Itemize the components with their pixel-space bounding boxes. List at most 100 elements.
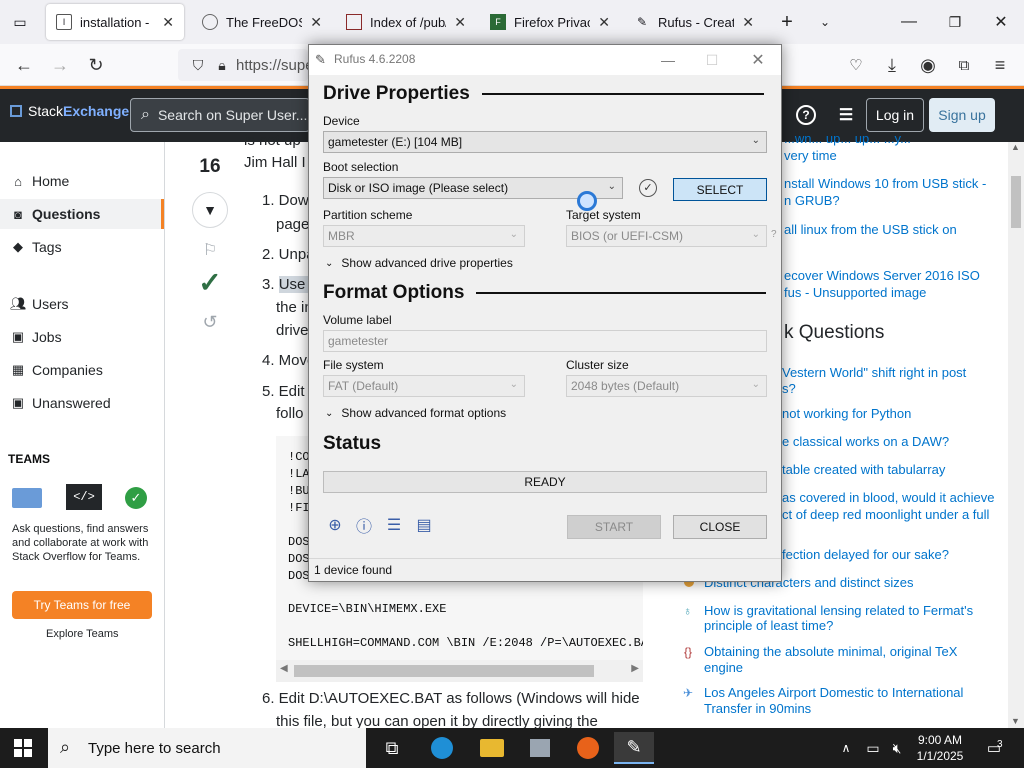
tab-rufus[interactable]: ✎ Rufus - Create bo ✕ [624, 4, 764, 40]
task-view-icon[interactable]: ⧉ [372, 732, 412, 764]
page-scrollbar[interactable]: ▲ ▼ [1008, 142, 1024, 728]
downloads-icon[interactable]: ⤓ [878, 52, 906, 78]
downvote-button[interactable]: ▼ [192, 192, 228, 228]
close-window-icon[interactable]: ✕ [986, 8, 1016, 36]
related-link[interactable]: ...wn... up... up... ...y... [784, 130, 911, 147]
nav-tags[interactable]: ◆ Tags [0, 232, 164, 262]
edge-browser-icon[interactable] [422, 732, 462, 764]
advanced-drive-toggle[interactable]: ⌄ Show advanced drive properties [325, 256, 513, 270]
show-hidden-icons-icon[interactable]: ∧ [832, 732, 860, 764]
store-icon[interactable] [520, 732, 560, 764]
hot-question-link[interactable]: Transfer in 90mins [704, 700, 811, 717]
help-icon[interactable]: ? [796, 105, 816, 125]
nav-home[interactable]: ⌂ Home [0, 166, 164, 196]
file-system-dropdown[interactable]: FAT (Default) ⌄ [323, 375, 525, 397]
close-button[interactable]: CLOSE [673, 515, 767, 539]
stackexchange-logo[interactable]: Stack Exchange [10, 103, 129, 119]
notification-center-icon[interactable]: ▭ 3 [978, 732, 1010, 764]
rufus-title-bar[interactable]: ✎ Rufus 4.6.2208 — ☐ ✕ [309, 45, 781, 75]
menu-icon[interactable]: ≡ [986, 52, 1014, 78]
minimize-window-icon[interactable]: — [894, 8, 924, 36]
new-tab-icon[interactable]: + [772, 8, 802, 36]
related-link[interactable]: very time [784, 147, 837, 164]
hot-question-link[interactable]: ct of deep red moonlight under a full [782, 506, 989, 523]
related-link[interactable]: nstall Windows 10 from USB stick - [784, 175, 986, 192]
hot-question-link[interactable]: e classical works on a DAW? [782, 433, 949, 450]
partition-scheme-dropdown[interactable]: MBR ⌄ [323, 225, 525, 247]
related-link[interactable]: all linux from the USB stick on [784, 221, 957, 238]
tab-installation[interactable]: ǀ installation - How ✕ [46, 4, 184, 40]
code-horizontal-scrollbar[interactable]: ◀ ▶ [276, 660, 643, 682]
hot-question-link[interactable]: not working for Python [782, 405, 911, 422]
firefox-icon[interactable] [568, 732, 608, 764]
system-clock[interactable]: 9:00 AM 1/1/2025 [912, 732, 968, 764]
log-icon[interactable]: ▤ [414, 515, 434, 535]
rufus-taskbar-icon[interactable]: ✎ [614, 732, 654, 764]
close-tab-icon[interactable]: ✕ [162, 14, 174, 31]
try-teams-button[interactable]: Try Teams for free [12, 591, 152, 619]
related-link[interactable]: fus - Unsupported image [784, 284, 926, 301]
list-tabs-icon[interactable]: ⌄ [810, 8, 840, 36]
close-tab-icon[interactable]: ✕ [454, 14, 466, 31]
target-system-dropdown[interactable]: BIOS (or UEFI-CSM) ⌄ [566, 225, 767, 247]
scroll-up-icon[interactable]: ▲ [1011, 142, 1020, 152]
network-icon[interactable]: ▭ [860, 732, 886, 764]
reload-icon[interactable]: ↻ [82, 52, 110, 78]
verify-checkmark-icon[interactable]: ✓ [639, 179, 657, 197]
tab-freedos[interactable]: The FreeDOS Proj ✕ [192, 4, 332, 40]
hot-question-link[interactable]: table created with tabularray [782, 461, 945, 478]
extensions-icon[interactable]: ⧉ [950, 52, 978, 78]
hot-question-link[interactable]: Vestern World" shift right in post [782, 364, 966, 381]
rufus-maximize-icon[interactable]: ☐ [697, 49, 727, 71]
login-button[interactable]: Log in [866, 98, 924, 132]
tab-index-pub[interactable]: Index of /pub/mi ✕ [336, 4, 476, 40]
back-icon[interactable]: ← [10, 52, 38, 78]
close-tab-icon[interactable]: ✕ [310, 14, 322, 31]
scroll-right-icon[interactable]: ▶ [631, 663, 639, 674]
hot-question-link[interactable]: as covered in blood, would it achieve [782, 489, 994, 506]
cluster-size-dropdown[interactable]: 2048 bytes (Default) ⌄ [566, 375, 767, 397]
hot-question-link[interactable]: Obtaining the absolute minimal, original… [704, 643, 957, 660]
signup-button[interactable]: Sign up [929, 98, 995, 132]
scroll-down-icon[interactable]: ▼ [1011, 716, 1020, 726]
rufus-minimize-icon[interactable]: — [653, 49, 683, 71]
nav-users[interactable]: 👥︎ Users [0, 289, 164, 319]
pocket-icon[interactable]: ♡ [842, 52, 870, 78]
hot-question-link[interactable]: Los Angeles Airport Domestic to Internat… [704, 684, 963, 701]
start-button[interactable]: START [567, 515, 661, 539]
file-explorer-icon[interactable] [472, 732, 512, 764]
nav-jobs[interactable]: ▣ Jobs [0, 322, 164, 352]
nav-questions[interactable]: ◙ Questions [0, 199, 164, 229]
bookmark-icon[interactable]: ⚐ [190, 240, 230, 260]
site-switcher-icon[interactable]: ☰ [834, 103, 858, 127]
about-info-icon[interactable]: ⓘ [354, 515, 374, 536]
start-windows-icon[interactable] [14, 739, 32, 757]
related-link[interactable]: n GRUB? [784, 192, 840, 209]
taskbar-search-box[interactable]: ⌕ Type here to search [48, 728, 366, 768]
history-icon[interactable]: ↺ [190, 312, 230, 333]
close-tab-icon[interactable]: ✕ [742, 14, 754, 31]
scrollbar-thumb[interactable] [294, 665, 594, 677]
rufus-close-icon[interactable]: ✕ [743, 49, 773, 71]
tab-overview-button[interactable]: ▭ [0, 4, 40, 40]
forward-icon[interactable]: → [46, 52, 74, 78]
select-button[interactable]: SELECT [673, 178, 767, 201]
nav-companies[interactable]: ▦ Companies [0, 355, 164, 385]
related-link[interactable]: ecover Windows Server 2016 ISO [784, 267, 980, 284]
settings-sliders-icon[interactable]: ☰ [384, 515, 404, 535]
tab-firefox-privacy[interactable]: F Firefox Privacy N ✕ [480, 4, 620, 40]
scroll-left-icon[interactable]: ◀ [280, 663, 288, 674]
target-help-icon[interactable]: ? [771, 229, 777, 240]
account-icon[interactable]: ◉ [914, 52, 942, 78]
hot-question-link[interactable]: s? [782, 380, 796, 397]
page-scrollbar-thumb[interactable] [1011, 176, 1021, 228]
volume-label-input[interactable]: gametester [323, 330, 767, 352]
site-search-input[interactable]: ⌕ Search on Super User... [130, 98, 310, 132]
device-dropdown[interactable]: gametester (E:) [104 MB] ⌄ [323, 131, 767, 153]
lock-icon[interactable]: 🔒︎ [208, 52, 236, 78]
explore-teams-link[interactable]: Explore Teams [46, 628, 119, 640]
hot-question-link[interactable]: principle of least time? [704, 617, 833, 634]
hot-question-link[interactable]: fection delayed for our sake? [782, 546, 949, 563]
volume-muted-icon[interactable]: 🔇︎ [884, 732, 910, 764]
restore-window-icon[interactable]: ❐ [940, 8, 970, 36]
